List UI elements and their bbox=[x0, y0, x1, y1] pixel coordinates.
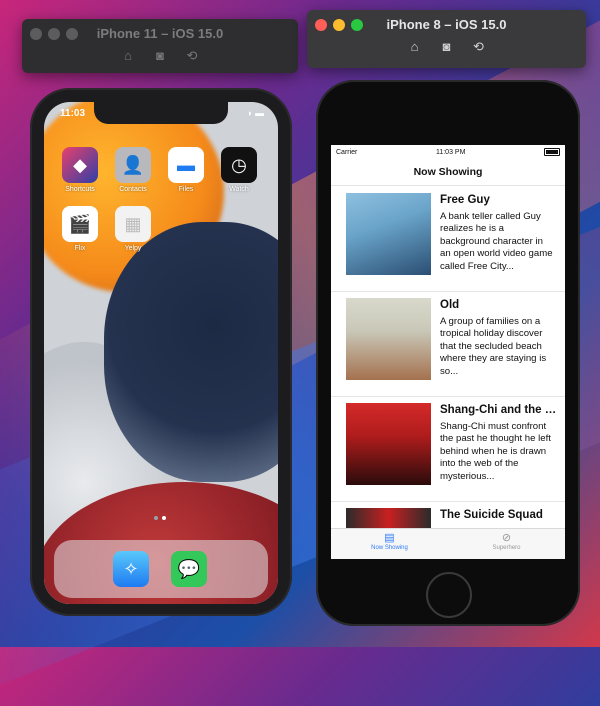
iphone11-home-screen: 11:03 ◗ ▬ ◆ Shortcuts 👤 Contacts ▬ Files… bbox=[44, 102, 278, 604]
simulator-title: iPhone 8 – iOS 15.0 bbox=[386, 17, 507, 32]
movie-poster bbox=[346, 403, 431, 485]
app-yelpy[interactable]: ▦ Yelpy bbox=[111, 206, 155, 252]
app-label: Files bbox=[178, 186, 194, 193]
status-bar: Carrier 11:03 PM bbox=[331, 145, 565, 159]
iphone11-device: 11:03 ◗ ▬ ◆ Shortcuts 👤 Contacts ▬ Files… bbox=[30, 88, 292, 616]
movie-row[interactable]: Shang-Chi and the Legend of the Ten Ring… bbox=[331, 396, 565, 502]
app-label: Yelpy bbox=[124, 245, 142, 252]
shortcuts-icon: ◆ bbox=[62, 147, 98, 183]
app-flix[interactable]: 🎬 Flix bbox=[58, 206, 102, 252]
movie-title: The Suicide Squad bbox=[440, 509, 543, 521]
app-files[interactable]: ▬ Files bbox=[164, 147, 208, 193]
status-time: 11:03 PM bbox=[435, 148, 466, 156]
app-label: Watch bbox=[229, 186, 249, 193]
carrier-label: Carrier bbox=[336, 148, 358, 156]
simulator-toolbar-iphone11: iPhone 11 – iOS 15.0 ⌂ ◙ ⟲ bbox=[22, 19, 298, 73]
tab-bar: ▤ Now Showing ⊘ Superhero bbox=[331, 528, 565, 559]
movie-row[interactable]: Old A group of families on a tropical ho… bbox=[331, 291, 565, 397]
dock: ✧ 💬 bbox=[54, 540, 268, 598]
movie-row[interactable]: The Suicide Squad bbox=[331, 501, 565, 529]
screenshot-icon[interactable]: ◙ bbox=[152, 49, 168, 63]
yelpy-icon: ▦ bbox=[115, 206, 151, 242]
iphone8-device: Carrier 11:03 PM Now Showing Free Guy A … bbox=[316, 80, 580, 626]
home-button[interactable] bbox=[426, 572, 472, 618]
screenshot-icon[interactable]: ◙ bbox=[439, 40, 455, 54]
contacts-icon: 👤 bbox=[115, 147, 151, 183]
clapper-icon: 🎬 bbox=[62, 206, 98, 242]
simulator-toolbar-iphone8: iPhone 8 – iOS 15.0 ⌂ ◙ ⟲ bbox=[307, 10, 586, 68]
movie-description: A bank teller called Guy realizes he is … bbox=[440, 211, 553, 272]
tab-now-showing[interactable]: ▤ Now Showing bbox=[331, 529, 448, 559]
movie-title: Old bbox=[440, 299, 460, 311]
film-icon: ▤ bbox=[384, 532, 395, 544]
page-title: Now Showing bbox=[331, 159, 565, 186]
rotate-icon[interactable]: ⟲ bbox=[184, 49, 200, 63]
app-safari[interactable]: ✧ bbox=[109, 551, 153, 587]
home-icon[interactable]: ⌂ bbox=[120, 49, 136, 63]
files-icon: ▬ bbox=[168, 147, 204, 183]
status-icons: ◗ ▬ bbox=[247, 108, 264, 118]
movie-description: Shang-Chi must confront the past he thou… bbox=[440, 421, 551, 482]
movie-poster bbox=[346, 508, 431, 529]
movie-title: Free Guy bbox=[440, 194, 490, 206]
battery-icon bbox=[544, 148, 560, 156]
app-contacts[interactable]: 👤 Contacts bbox=[111, 147, 155, 193]
tab-label: Superhero bbox=[492, 545, 521, 551]
app-label: Shortcuts bbox=[65, 186, 95, 193]
page-dot-active bbox=[162, 516, 166, 520]
watch-icon: ◷ bbox=[221, 147, 257, 183]
movie-poster bbox=[346, 193, 431, 275]
app-label: Flix bbox=[74, 245, 86, 252]
page-dot bbox=[154, 516, 158, 520]
app-watch[interactable]: ◷ Watch bbox=[217, 147, 261, 193]
iphone8-screen: Carrier 11:03 PM Now Showing Free Guy A … bbox=[331, 145, 565, 559]
home-icon[interactable]: ⌂ bbox=[407, 40, 423, 54]
movie-list[interactable]: Free Guy A bank teller called Guy realiz… bbox=[331, 186, 565, 529]
messages-icon: 💬 bbox=[171, 551, 207, 587]
app-shortcuts[interactable]: ◆ Shortcuts bbox=[58, 147, 102, 193]
app-label: Contacts bbox=[119, 186, 147, 193]
movie-poster bbox=[346, 298, 431, 380]
safari-icon: ✧ bbox=[113, 551, 149, 587]
tab-label: Now Showing bbox=[371, 545, 408, 551]
compass-icon: ⊘ bbox=[501, 532, 512, 544]
movie-description: A group of families on a tropical holida… bbox=[440, 316, 547, 377]
movie-row[interactable]: Free Guy A bank teller called Guy realiz… bbox=[331, 186, 565, 292]
rotate-icon[interactable]: ⟲ bbox=[471, 40, 487, 54]
simulator-title: iPhone 11 – iOS 15.0 bbox=[96, 26, 224, 41]
notch bbox=[94, 102, 228, 124]
status-time: 11:03 bbox=[60, 108, 86, 119]
tab-superhero[interactable]: ⊘ Superhero bbox=[448, 529, 565, 559]
wallpaper-shape bbox=[104, 222, 278, 482]
movie-title: Shang-Chi and the Legend of the Ten Ring… bbox=[440, 404, 558, 416]
app-messages[interactable]: 💬 bbox=[167, 551, 211, 587]
page-indicator bbox=[154, 516, 166, 520]
